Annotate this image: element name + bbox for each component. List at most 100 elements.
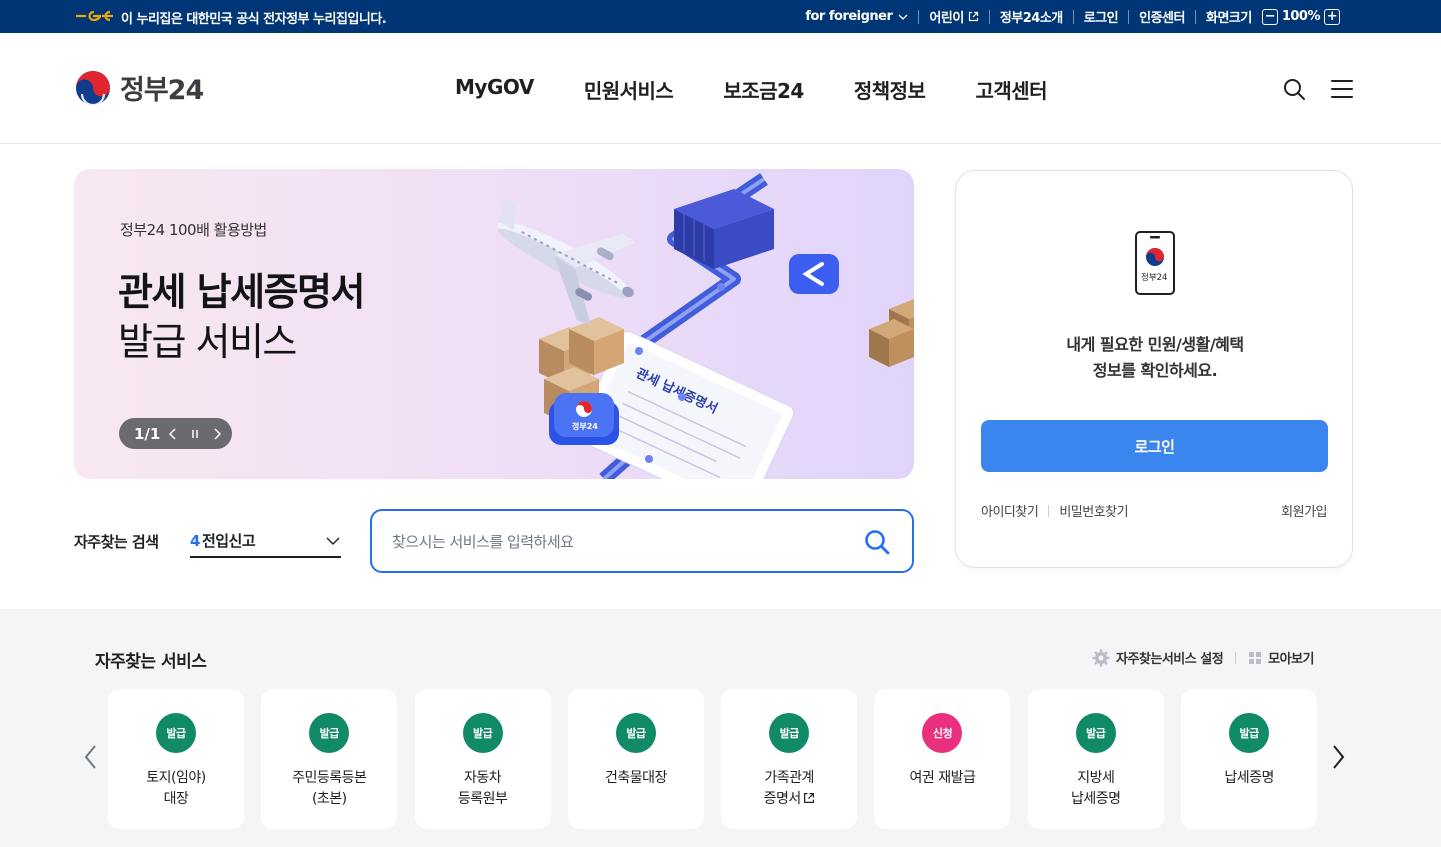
issue-badge: 발급 xyxy=(462,713,503,753)
service-search-input[interactable] xyxy=(392,527,852,557)
frequent-search-value: 전입신고 xyxy=(201,532,256,550)
service-card-label: 납세증명 xyxy=(1224,770,1274,786)
mobile-phone-icon: 정부24 xyxy=(1135,231,1175,295)
services-settings-button[interactable]: 자주찾는서비스 설정 xyxy=(1092,648,1224,667)
carousel-prev-icon[interactable] xyxy=(81,743,101,771)
top-login-link[interactable]: 로그인 xyxy=(1072,9,1128,26)
external-link-icon xyxy=(803,793,814,803)
service-search-box xyxy=(370,509,914,573)
service-card-vehicle-register[interactable]: 발급 자동차 등록원부 xyxy=(414,689,551,829)
view-all-label: 모아보기 xyxy=(1268,652,1314,667)
phone-label: 정부24 xyxy=(1141,272,1167,283)
pager-pause-button[interactable] xyxy=(186,425,204,443)
cert-center-link[interactable]: 인증센터 xyxy=(1128,9,1195,26)
nav-policy-info[interactable]: 정책정보 xyxy=(854,75,926,104)
nav-subsidy24[interactable]: 보조금24 xyxy=(723,75,804,104)
pager-count: 1/1 xyxy=(134,424,161,443)
banner-subtitle: 발급 서비스 xyxy=(118,320,297,364)
login-desc-line1: 내게 필요한 민원/생활/혜택 xyxy=(1066,335,1244,354)
customs-illustration: 관세 납세증명서 정부24 xyxy=(497,173,914,479)
nav-civil-services[interactable]: 민원서비스 xyxy=(584,75,674,104)
utility-menu: for foreigner 어린이 정부24소개 로그인 인증센터 화면크기 −… xyxy=(795,0,1354,33)
service-card-label: 자동차 등록원부 xyxy=(457,770,508,807)
pager-prev-button[interactable] xyxy=(164,425,182,443)
kids-link[interactable]: 어린이 xyxy=(918,9,988,26)
chevron-right-icon xyxy=(214,427,222,440)
banner-eyebrow: 정부24 100배 활용방법 xyxy=(120,221,267,239)
gov-notice-text: 이 누리집은 대한민국 공식 전자정부 누리집입니다. xyxy=(121,12,387,27)
service-card-resident-register[interactable]: 발급 주민등록등본 (초본) xyxy=(261,689,398,829)
service-card-label: 건축물대장 xyxy=(604,770,667,786)
gov-banner-bar: 이 누리집은 대한민국 공식 전자정부 누리집입니다. for foreigne… xyxy=(0,0,1441,33)
foreigner-link[interactable]: for foreigner xyxy=(795,9,918,24)
zoom-in-button[interactable]: + xyxy=(1324,8,1340,25)
frequent-search-rank: 4 xyxy=(190,531,200,550)
grid-icon xyxy=(1249,651,1262,664)
chevron-down-icon xyxy=(898,14,908,20)
frequent-search-label: 자주찾는 검색 xyxy=(74,533,159,551)
divider xyxy=(1235,651,1237,664)
service-card-label: 여권 재발급 xyxy=(909,770,976,786)
find-password-link[interactable]: 비밀번호찾기 xyxy=(1059,501,1128,520)
zoom-out-button[interactable]: − xyxy=(1261,8,1278,25)
hamburger-menu-icon[interactable] xyxy=(1330,77,1354,101)
chevron-down-icon xyxy=(326,537,340,545)
service-card-local-tax-certificate[interactable]: 발급 지방세 납세증명 xyxy=(1027,689,1164,829)
service-card-label: 지방세 납세증명 xyxy=(1071,770,1121,807)
login-desc-line2: 정보를 확인하세요. xyxy=(1092,361,1218,380)
join-link[interactable]: 회원가입 xyxy=(1281,501,1327,520)
issue-badge: 발급 xyxy=(769,713,810,753)
service-card-label: 가족관계 증명서 xyxy=(763,770,815,807)
zoom-value: 100% xyxy=(1281,9,1321,24)
carousel-next-icon[interactable] xyxy=(1328,743,1348,771)
search-icon[interactable] xyxy=(1282,77,1306,101)
badge-tile-label: 정부24 xyxy=(572,421,598,431)
foreigner-label: for foreigner xyxy=(805,9,893,24)
promo-banner[interactable]: 정부24 100배 활용방법 관세 납세증명서 발급 서비스 1/1 관세 납세… xyxy=(74,169,914,479)
issue-badge: 발급 xyxy=(156,713,196,753)
login-button[interactable]: 로그인 xyxy=(981,420,1328,472)
logo-text: 정부24 xyxy=(120,75,204,106)
section-title: 자주찾는 서비스 xyxy=(95,652,207,672)
search-submit-icon[interactable] xyxy=(864,529,890,555)
account-links: 아이디찾기 비밀번호찾기 xyxy=(981,501,1129,520)
external-link-icon xyxy=(968,11,978,22)
gear-icon xyxy=(1092,649,1110,666)
pager-next-button[interactable] xyxy=(208,425,226,443)
taegeuk-emblem-icon xyxy=(76,70,110,106)
frequent-services-section: 자주찾는 서비스 자주찾는서비스 설정 모아보기 발급 토지(임야)대장 발급 xyxy=(0,609,1441,847)
find-id-link[interactable]: 아이디찾기 xyxy=(981,501,1039,520)
section-tools: 자주찾는서비스 설정 모아보기 xyxy=(1092,648,1314,667)
service-card-label: 토지(임야) 대장 xyxy=(146,770,206,807)
services-settings-label: 자주찾는서비스 설정 xyxy=(1115,652,1224,667)
nav-customer-center[interactable]: 고객센터 xyxy=(975,75,1047,104)
service-card-land-register[interactable]: 발급 토지(임야) 대장 xyxy=(108,689,244,829)
pause-icon xyxy=(192,429,199,438)
nav-mygov[interactable]: MyGOV xyxy=(455,75,534,104)
service-card-label: 주민등록등본 (초본) xyxy=(292,770,367,807)
apply-badge: 신청 xyxy=(922,713,963,753)
cert-center-label: 인증센터 xyxy=(1139,11,1185,26)
service-cards: 발급 토지(임야) 대장 발급 주민등록등본 (초본) 발급 자동차 등록원부 발급 … xyxy=(108,689,1318,829)
zoom-label: 화면크기 xyxy=(1205,11,1252,26)
service-card-passport-reissue[interactable]: 신청 여권 재발급 xyxy=(874,689,1011,829)
issue-badge: 발급 xyxy=(615,713,656,753)
service-card-tax-certificate[interactable]: 발급 납세증명 xyxy=(1181,689,1318,829)
about-label: 정부24소개 xyxy=(999,11,1063,26)
zoom-control: 화면크기 − 100% + xyxy=(1194,8,1354,26)
banner-title: 관세 납세증명서 xyxy=(118,270,365,314)
banner-pager: 1/1 xyxy=(119,418,232,449)
chevron-left-icon xyxy=(169,427,176,440)
view-all-button[interactable]: 모아보기 xyxy=(1248,648,1314,667)
issue-badge: 발급 xyxy=(309,713,350,753)
service-card-family-certificate[interactable]: 발급 가족관계 증명서 xyxy=(721,689,858,829)
site-logo[interactable]: 정부24 xyxy=(74,68,204,107)
site-header: 정부24 MyGOV 민원서비스 보조금24 정책정보 고객센터 xyxy=(0,33,1441,144)
login-card: 정부24 내게 필요한 민원/생활/혜택 정보를 확인하세요. 로그인 아이디찾… xyxy=(955,170,1353,568)
about-link[interactable]: 정부24소개 xyxy=(988,9,1073,26)
frequent-search-select[interactable]: 4 전입신고 xyxy=(190,525,341,558)
divider xyxy=(1048,504,1050,517)
service-card-building-register[interactable]: 발급 건축물대장 xyxy=(567,689,704,829)
gov-emblem-icon xyxy=(76,10,113,22)
top-login-label: 로그인 xyxy=(1083,11,1119,26)
